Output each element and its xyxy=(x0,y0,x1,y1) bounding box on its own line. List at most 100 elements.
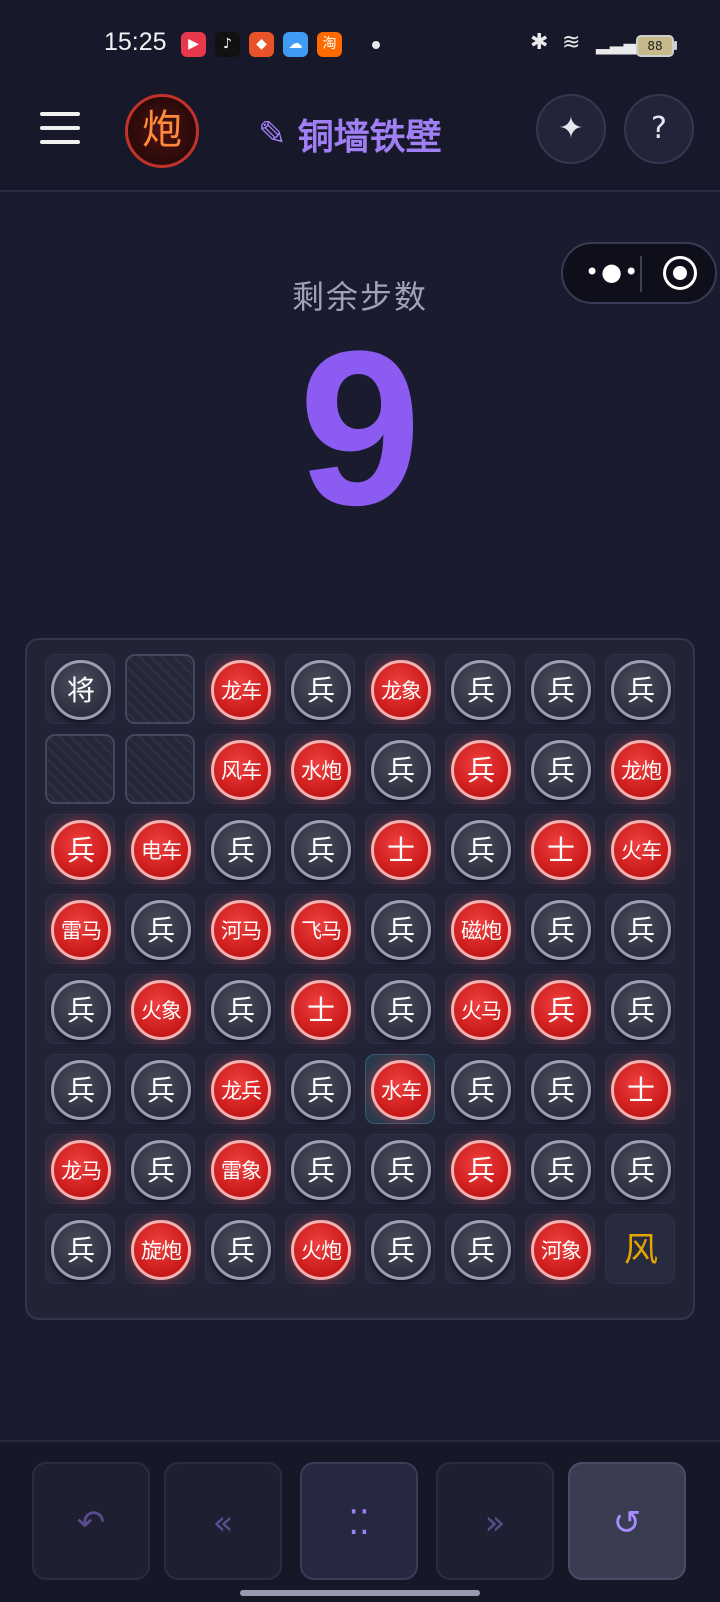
red-piece[interactable]: 龙兵 xyxy=(211,1060,271,1120)
red-piece[interactable]: 飞马 xyxy=(291,900,351,960)
sparkle-button[interactable]: ✦ xyxy=(536,94,606,164)
black-piece[interactable]: 兵 xyxy=(531,1140,591,1200)
board-cell[interactable]: 风车 xyxy=(205,734,275,804)
board-cell[interactable]: 兵 xyxy=(125,1054,195,1124)
black-piece[interactable]: 兵 xyxy=(371,980,431,1040)
board-cell[interactable]: 磁炮 xyxy=(445,894,515,964)
board-cell[interactable]: 火车 xyxy=(605,814,675,884)
board-cell[interactable]: 河象 xyxy=(525,1214,595,1284)
black-piece[interactable]: 兵 xyxy=(131,1140,191,1200)
board-cell[interactable]: 水炮 xyxy=(285,734,355,804)
red-piece[interactable]: 兵 xyxy=(451,740,511,800)
red-piece[interactable]: 雷象 xyxy=(211,1140,271,1200)
black-piece[interactable]: 兵 xyxy=(611,900,671,960)
board-cell[interactable]: 兵 xyxy=(605,894,675,964)
board-cell[interactable]: 兵 xyxy=(205,1214,275,1284)
board-cell[interactable]: 兵 xyxy=(445,1214,515,1284)
board-cell[interactable]: 龙象 xyxy=(365,654,435,724)
black-piece[interactable]: 兵 xyxy=(531,740,591,800)
board-cell[interactable]: 士 xyxy=(285,974,355,1044)
black-piece[interactable]: 兵 xyxy=(371,900,431,960)
board-cell[interactable]: 飞马 xyxy=(285,894,355,964)
board-cell[interactable]: 兵 xyxy=(365,1214,435,1284)
board-cell[interactable]: 雷马 xyxy=(45,894,115,964)
board-cell[interactable]: 兵 xyxy=(445,814,515,884)
board-cell[interactable]: 兵 xyxy=(525,1134,595,1204)
black-piece[interactable]: 兵 xyxy=(371,740,431,800)
board-cell[interactable]: 兵 xyxy=(125,894,195,964)
board-cell[interactable]: 水车 xyxy=(365,1054,435,1124)
black-piece[interactable]: 兵 xyxy=(371,1140,431,1200)
board-cell[interactable]: 兵 xyxy=(205,974,275,1044)
board-cell[interactable]: 兵 xyxy=(525,734,595,804)
board-cell[interactable]: 旋炮 xyxy=(125,1214,195,1284)
red-piece[interactable]: 龙象 xyxy=(371,660,431,720)
board-cell[interactable]: 电车 xyxy=(125,814,195,884)
black-piece[interactable]: 兵 xyxy=(451,1060,511,1120)
red-piece[interactable]: 河象 xyxy=(531,1220,591,1280)
board-cell[interactable]: 火象 xyxy=(125,974,195,1044)
board-cell[interactable]: 士 xyxy=(525,814,595,884)
black-piece[interactable]: 兵 xyxy=(51,1220,111,1280)
red-piece[interactable]: 河马 xyxy=(211,900,271,960)
black-piece[interactable]: 兵 xyxy=(51,980,111,1040)
menu-icon[interactable] xyxy=(40,112,80,146)
board-cell[interactable]: 兵 xyxy=(365,894,435,964)
black-piece[interactable]: 兵 xyxy=(51,1060,111,1120)
black-piece[interactable]: 兵 xyxy=(131,900,191,960)
black-piece[interactable]: 兵 xyxy=(291,1060,351,1120)
red-piece[interactable]: 旋炮 xyxy=(131,1220,191,1280)
board-cell[interactable]: 兵 xyxy=(285,814,355,884)
red-piece[interactable]: 风车 xyxy=(211,740,271,800)
black-piece[interactable]: 兵 xyxy=(451,820,511,880)
black-piece[interactable]: 兵 xyxy=(451,660,511,720)
undo-button[interactable]: ↶ xyxy=(32,1462,150,1580)
menu-grid-button[interactable]: ⁚⁚ xyxy=(300,1462,418,1580)
board-cell[interactable]: 兵 xyxy=(285,654,355,724)
red-piece[interactable]: 兵 xyxy=(531,980,591,1040)
red-piece[interactable]: 兵 xyxy=(451,1140,511,1200)
black-piece[interactable]: 兵 xyxy=(291,1140,351,1200)
red-piece[interactable]: 火象 xyxy=(131,980,191,1040)
red-piece[interactable]: 龙炮 xyxy=(611,740,671,800)
black-piece[interactable]: 兵 xyxy=(291,820,351,880)
red-piece[interactable]: 兵 xyxy=(51,820,111,880)
red-piece[interactable]: 士 xyxy=(291,980,351,1040)
board-cell[interactable]: 兵 xyxy=(605,1134,675,1204)
board-cell[interactable]: 兵 xyxy=(445,1134,515,1204)
board-cell[interactable]: 火炮 xyxy=(285,1214,355,1284)
red-piece[interactable]: 磁炮 xyxy=(451,900,511,960)
board-cell[interactable]: 兵 xyxy=(525,1054,595,1124)
board-cell[interactable]: 河马 xyxy=(205,894,275,964)
black-piece[interactable]: 兵 xyxy=(131,1060,191,1120)
empty-cell[interactable] xyxy=(125,734,195,804)
board-cell[interactable]: 兵 xyxy=(45,1214,115,1284)
board-cell[interactable]: 兵 xyxy=(445,654,515,724)
board-cell[interactable]: 龙车 xyxy=(205,654,275,724)
board-cell[interactable]: 雷象 xyxy=(205,1134,275,1204)
board-cell[interactable]: 龙马 xyxy=(45,1134,115,1204)
black-piece[interactable]: 兵 xyxy=(291,660,351,720)
red-piece[interactable]: 士 xyxy=(371,820,431,880)
board-cell[interactable]: 龙炮 xyxy=(605,734,675,804)
black-piece[interactable]: 兵 xyxy=(611,1140,671,1200)
empty-cell[interactable] xyxy=(45,734,115,804)
red-piece[interactable]: 雷马 xyxy=(51,900,111,960)
board-cell[interactable]: 兵 xyxy=(45,974,115,1044)
black-piece[interactable]: 兵 xyxy=(611,660,671,720)
board-cell[interactable]: 兵 xyxy=(445,1054,515,1124)
previous-button[interactable]: « xyxy=(164,1462,282,1580)
board-cell[interactable]: 兵 xyxy=(525,974,595,1044)
board-cell[interactable]: 兵 xyxy=(605,974,675,1044)
black-piece[interactable]: 兵 xyxy=(211,820,271,880)
board-cell[interactable]: 风 xyxy=(605,1214,675,1284)
board-cell[interactable]: 兵 xyxy=(445,734,515,804)
red-piece[interactable]: 水炮 xyxy=(291,740,351,800)
board-cell[interactable]: 兵 xyxy=(125,1134,195,1204)
red-piece[interactable]: 火炮 xyxy=(291,1220,351,1280)
red-piece[interactable]: 士 xyxy=(531,820,591,880)
red-piece[interactable]: 士 xyxy=(611,1060,671,1120)
black-piece[interactable]: 兵 xyxy=(211,1220,271,1280)
board-cell[interactable]: 士 xyxy=(365,814,435,884)
black-piece[interactable]: 兵 xyxy=(451,1220,511,1280)
